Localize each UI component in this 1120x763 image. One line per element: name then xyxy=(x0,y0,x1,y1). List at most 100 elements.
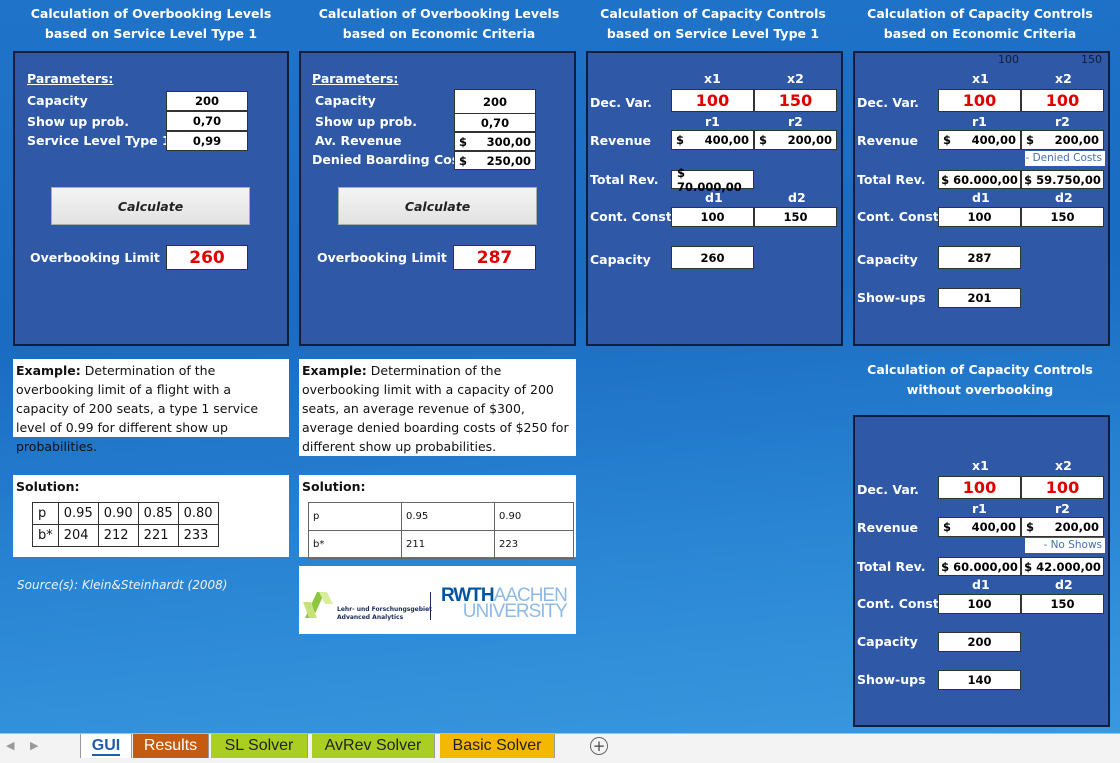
contingent-d2: 150 xyxy=(754,207,837,227)
revenue-r1: $400,00 xyxy=(671,130,754,150)
x1-label: x1 xyxy=(972,71,989,86)
d1-label: d1 xyxy=(705,190,723,205)
revenue-label: Revenue xyxy=(857,133,919,148)
table-cell: 0.90 xyxy=(97,502,139,525)
source-citation: Source(s): Klein&Steinhardt (2008) xyxy=(17,578,228,592)
table-cell: 233 xyxy=(177,524,219,547)
contingent-d1: 100 xyxy=(671,207,754,227)
service-level-input[interactable]: 0,99 xyxy=(166,131,248,151)
d2-label: d2 xyxy=(1055,190,1073,205)
capacity-value: 260 xyxy=(671,246,754,269)
scroll-right-icon[interactable]: ▶ xyxy=(30,739,38,752)
capacity-input[interactable]: 200 xyxy=(454,89,536,114)
capacity-value: 287 xyxy=(938,246,1021,269)
table-cell: 204 xyxy=(57,524,99,547)
total-revenue-label: Total Rev. xyxy=(857,172,926,187)
denied-costs-note: - Denied Costs xyxy=(1025,151,1105,166)
revenue-value: 200,00 xyxy=(1054,520,1099,534)
currency-symbol: $ xyxy=(943,133,952,147)
solution-table: p 0.95 0.90 0.85 0.80 b* 204 212 221 233 xyxy=(32,502,219,547)
solution-label: Solution: xyxy=(16,479,80,494)
header-line: based on Economic Criteria xyxy=(883,26,1077,41)
capacity-input[interactable]: 200 xyxy=(166,91,248,111)
header-line: based on Service Level Type 1 xyxy=(606,26,820,41)
contingent-label: Cont. Constr. xyxy=(857,596,948,611)
currency-symbol: $ xyxy=(676,133,685,147)
contingent-d2: 150 xyxy=(1021,594,1104,614)
decvar-x2: 100 xyxy=(1021,476,1104,499)
r2-label: r2 xyxy=(788,114,803,129)
total-revenue-1: $ 60.000,00 xyxy=(938,170,1021,189)
showups-label: Show-ups xyxy=(857,672,926,687)
tab-avrev-solver[interactable]: AvRev Solver xyxy=(312,734,435,758)
showup-input[interactable]: 0,70 xyxy=(166,111,248,131)
revenue-value: 400,00 xyxy=(971,133,1016,147)
helper-value: 150 xyxy=(1081,53,1102,66)
revenue-r2: $200,00 xyxy=(754,130,837,150)
header-line: Calculation of Overbooking Levels xyxy=(318,6,560,21)
service-level-label: Service Level Type 1 xyxy=(27,133,171,148)
denied-boarding-input[interactable]: $250,00 xyxy=(454,151,536,170)
revenue-value: 400,00 xyxy=(971,520,1016,534)
r2-label: r2 xyxy=(1055,501,1070,516)
showups-label: Show-ups xyxy=(857,290,926,305)
logo-divider xyxy=(430,592,431,620)
revenue-r2: $200,00 xyxy=(1021,517,1104,537)
showups-value: 201 xyxy=(938,288,1021,308)
example-box-2: Example: Determination of the overbookin… xyxy=(299,359,576,456)
capacity-label: Capacity xyxy=(590,252,651,267)
currency-symbol: $ xyxy=(759,133,768,147)
decvar-x2: 100 xyxy=(1021,89,1104,112)
capacity-label: Capacity xyxy=(857,252,918,267)
scroll-left-icon[interactable]: ◀ xyxy=(6,739,14,752)
calculate-button[interactable]: Calculate xyxy=(51,187,250,225)
total-revenue-1: $ 60.000,00 xyxy=(938,557,1021,576)
table-cell: 0.80 xyxy=(177,502,219,525)
tab-results[interactable]: Results xyxy=(133,734,209,758)
x2-label: x2 xyxy=(1055,71,1072,86)
capacity-value: 200 xyxy=(938,632,1021,652)
revenue-r2: $200,00 xyxy=(1021,130,1104,150)
revenue-label: Revenue xyxy=(857,520,919,535)
contingent-d2: 150 xyxy=(1021,207,1104,227)
denied-boarding-value: 250,00 xyxy=(486,153,531,168)
total-revenue-2: $ 42.000,00 xyxy=(1021,557,1104,576)
table-cell: b* xyxy=(308,530,402,559)
table-cell: 0.95 xyxy=(57,502,99,525)
example-box-1: Example: Determination of the overbookin… xyxy=(13,359,289,454)
total-revenue-label: Total Rev. xyxy=(590,172,659,187)
avg-revenue-value: 300,00 xyxy=(486,134,531,149)
tab-sl-solver[interactable]: SL Solver xyxy=(211,734,308,758)
tab-basic-solver[interactable]: Basic Solver xyxy=(440,734,555,758)
add-sheet-icon[interactable]: + xyxy=(590,737,608,755)
parameters-label: Parameters: xyxy=(312,71,399,86)
tab-label: GUI xyxy=(91,737,121,756)
x1-label: x1 xyxy=(704,71,721,86)
logo-text: Advanced Analytics xyxy=(337,614,404,621)
header-line: Calculation of Capacity Controls xyxy=(867,362,1093,377)
sheet-tabbar: ◀ ▶ GUI Results SL Solver AvRev Solver B… xyxy=(0,733,1120,763)
d2-label: d2 xyxy=(788,190,806,205)
calculate-button[interactable]: Calculate xyxy=(338,187,537,225)
contingent-d1: 100 xyxy=(938,207,1021,227)
tab-gui[interactable]: GUI xyxy=(80,734,132,758)
table-cell: 0.85 xyxy=(137,502,179,525)
decvar-label: Dec. Var. xyxy=(590,95,652,110)
example-heading: Example: xyxy=(302,363,367,378)
header-cc-econ: Calculation of Capacity Controls based o… xyxy=(852,4,1108,44)
header-cc-sl: Calculation of Capacity Controls based o… xyxy=(585,4,841,44)
avg-revenue-input[interactable]: $300,00 xyxy=(454,132,536,151)
table-cell: 212 xyxy=(97,524,139,547)
header-line: Calculation of Capacity Controls xyxy=(600,6,826,21)
decvar-x1: 100 xyxy=(671,89,754,112)
parameters-label: Parameters: xyxy=(27,71,114,86)
rwth-logo: RWTHAACHEN UNIVERSITY xyxy=(441,586,568,621)
currency-symbol: $ xyxy=(1026,133,1035,147)
overbooking-limit-value: 260 xyxy=(166,245,248,270)
logo-text: Lehr- und Forschungsgebiet xyxy=(337,606,433,613)
r2-label: r2 xyxy=(1055,114,1070,129)
header-cc-noob: Calculation of Capacity Controls without… xyxy=(852,360,1108,400)
x2-label: x2 xyxy=(1055,458,1072,473)
showup-input[interactable]: 0,70 xyxy=(454,113,536,132)
x1-label: x1 xyxy=(972,458,989,473)
